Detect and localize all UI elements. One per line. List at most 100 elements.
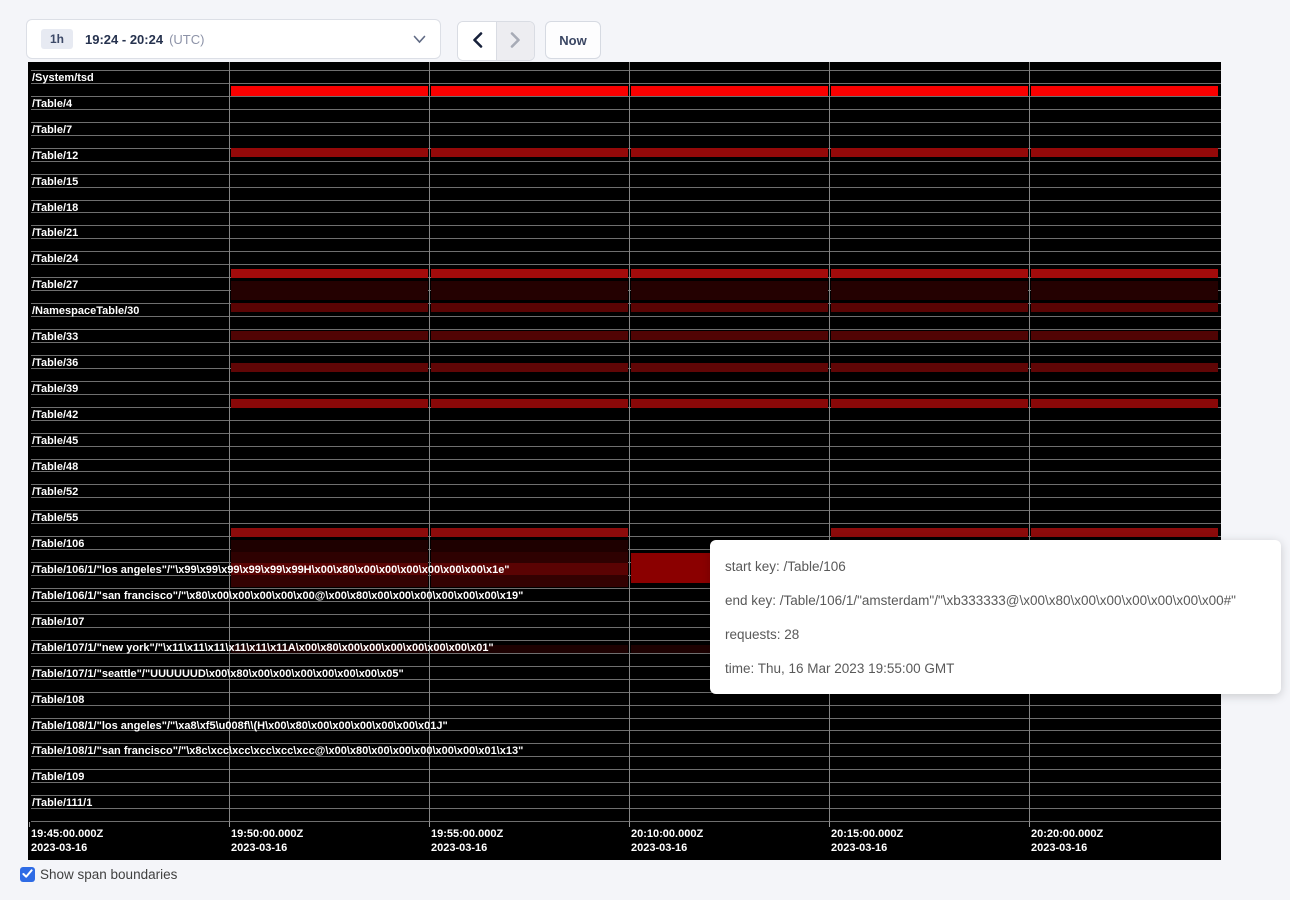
show-span-boundaries-label: Show span boundaries (40, 867, 177, 882)
heat-cell[interactable] (831, 399, 1028, 408)
heat-cell[interactable] (831, 303, 1028, 312)
heat-cell[interactable] (231, 86, 428, 96)
heat-cell[interactable] (231, 269, 428, 278)
heat-cell[interactable] (831, 86, 1028, 96)
heat-cell[interactable] (431, 363, 628, 372)
row-start-key-label: /Table/12 (32, 150, 78, 163)
row-start-key-label: /Table/48 (32, 461, 78, 474)
heat-cell[interactable] (231, 281, 428, 300)
time-gridline (829, 62, 830, 822)
heatmap-rows-area[interactable]: /System/tsd/Table/4/Table/7/Table/12/Tab… (28, 62, 1221, 822)
heat-cell[interactable] (431, 399, 628, 408)
heat-cell[interactable] (431, 331, 628, 340)
row-start-key-label: /Table/106/1/"los angeles"/"\x99\x99\x99… (32, 564, 510, 577)
row-start-key-label: /Table/55 (32, 512, 78, 525)
axis-tick-date: 2023-03-16 (631, 841, 703, 855)
heat-cell[interactable] (431, 540, 628, 552)
now-button[interactable]: Now (545, 21, 601, 59)
heat-cell[interactable] (1031, 528, 1218, 537)
row-start-key-label: /Table/107 (32, 616, 84, 629)
heat-cell[interactable] (831, 331, 1028, 340)
heat-cell[interactable] (231, 540, 428, 552)
heat-cell[interactable] (631, 363, 828, 372)
heat-cell[interactable] (1031, 303, 1218, 312)
heat-cell[interactable] (231, 303, 428, 312)
row-start-key-label: /Table/106 (32, 538, 84, 551)
heat-cell[interactable] (831, 281, 1028, 300)
heat-cell[interactable] (431, 528, 628, 537)
span-boundary-line (31, 782, 1221, 783)
heat-cell[interactable] (231, 331, 428, 340)
axis-tick-mark (429, 822, 430, 827)
axis-tick-mark (29, 822, 30, 827)
span-boundary-line (31, 251, 1221, 252)
row-start-key-label: /Table/106/1/"san francisco"/"\x80\x00\x… (32, 590, 523, 603)
span-boundary-line (31, 471, 1221, 472)
heat-cell[interactable] (431, 281, 628, 300)
heat-cell[interactable] (831, 148, 1028, 157)
axis-tick-label: 19:55:00.000Z2023-03-16 (431, 827, 503, 855)
axis-tick-label: 19:50:00.000Z2023-03-16 (231, 827, 303, 855)
span-boundary-line (31, 769, 1221, 770)
axis-tick-label: 20:15:00.000Z2023-03-16 (831, 827, 903, 855)
heat-cell[interactable] (631, 331, 828, 340)
heat-cell[interactable] (1031, 86, 1218, 96)
span-boundary-line (31, 109, 1221, 110)
time-gridline (1029, 62, 1030, 822)
heatmap-time-axis: 19:45:00.000Z2023-03-1619:50:00.000Z2023… (28, 822, 1221, 860)
tooltip-end-key: end key: /Table/106/1/"amsterdam"/"\xb33… (725, 584, 1281, 618)
row-start-key-label: /Table/18 (32, 202, 78, 215)
heat-cell[interactable] (631, 269, 828, 278)
heat-cell[interactable] (1031, 331, 1218, 340)
span-boundary-line (31, 238, 1221, 239)
heat-cell[interactable] (631, 399, 828, 408)
heat-cell[interactable] (431, 552, 628, 563)
previous-time-button[interactable] (458, 22, 496, 60)
row-start-key-label: /NamespaceTable/30 (32, 305, 139, 318)
heat-cell[interactable] (1031, 148, 1218, 157)
span-boundary-line (31, 497, 1221, 498)
next-time-button[interactable] (496, 22, 534, 60)
span-boundary-line (31, 187, 1221, 188)
axis-tick-mark (829, 822, 830, 827)
span-boundary-line (31, 523, 1221, 524)
time-range-selector[interactable]: 1h 19:24 - 20:24 (UTC) (26, 19, 441, 59)
heat-cell[interactable] (831, 528, 1028, 537)
time-gridline (429, 62, 430, 822)
show-span-boundaries-checkbox[interactable] (20, 867, 35, 882)
heat-cell[interactable] (431, 269, 628, 278)
heat-cell[interactable] (631, 86, 828, 96)
heat-cell[interactable] (431, 86, 628, 96)
axis-tick-mark (229, 822, 230, 827)
heat-cell[interactable] (431, 148, 628, 157)
span-boundary-line (31, 420, 1221, 421)
heat-cell[interactable] (831, 269, 1028, 278)
heat-cell[interactable] (231, 552, 428, 563)
heat-cell[interactable] (1031, 399, 1218, 408)
span-boundary-line (31, 212, 1221, 213)
axis-tick-date: 2023-03-16 (431, 841, 503, 855)
heat-cell[interactable] (1031, 269, 1218, 278)
checkmark-icon (22, 866, 33, 884)
heat-cell[interactable] (631, 303, 828, 312)
span-boundary-line (31, 225, 1221, 226)
heat-cell[interactable] (231, 399, 428, 408)
heat-cell[interactable] (231, 528, 428, 537)
axis-tick-date: 2023-03-16 (31, 841, 103, 855)
row-start-key-label: /Table/21 (32, 227, 78, 240)
heat-cell[interactable] (231, 363, 428, 372)
row-start-key-label: /Table/27 (32, 279, 78, 292)
heat-cell[interactable] (631, 281, 828, 300)
heat-cell[interactable] (831, 363, 1028, 372)
heatmap-chart[interactable]: /System/tsd/Table/4/Table/7/Table/12/Tab… (28, 62, 1221, 860)
heat-cell[interactable] (631, 148, 828, 157)
heat-cell[interactable] (1031, 363, 1218, 372)
row-start-key-label: /Table/4 (32, 98, 72, 111)
heat-cell[interactable] (1031, 281, 1218, 300)
heat-cell[interactable] (231, 148, 428, 157)
heat-cell[interactable] (431, 303, 628, 312)
span-boundary-line (31, 433, 1221, 434)
row-start-key-label: /Table/107/1/"seattle"/"UUUUUUD\x00\x80\… (32, 668, 404, 681)
row-start-key-label: /Table/108/1/"san francisco"/"\x8c\xcc\x… (32, 745, 523, 758)
axis-tick-mark (1029, 822, 1030, 827)
